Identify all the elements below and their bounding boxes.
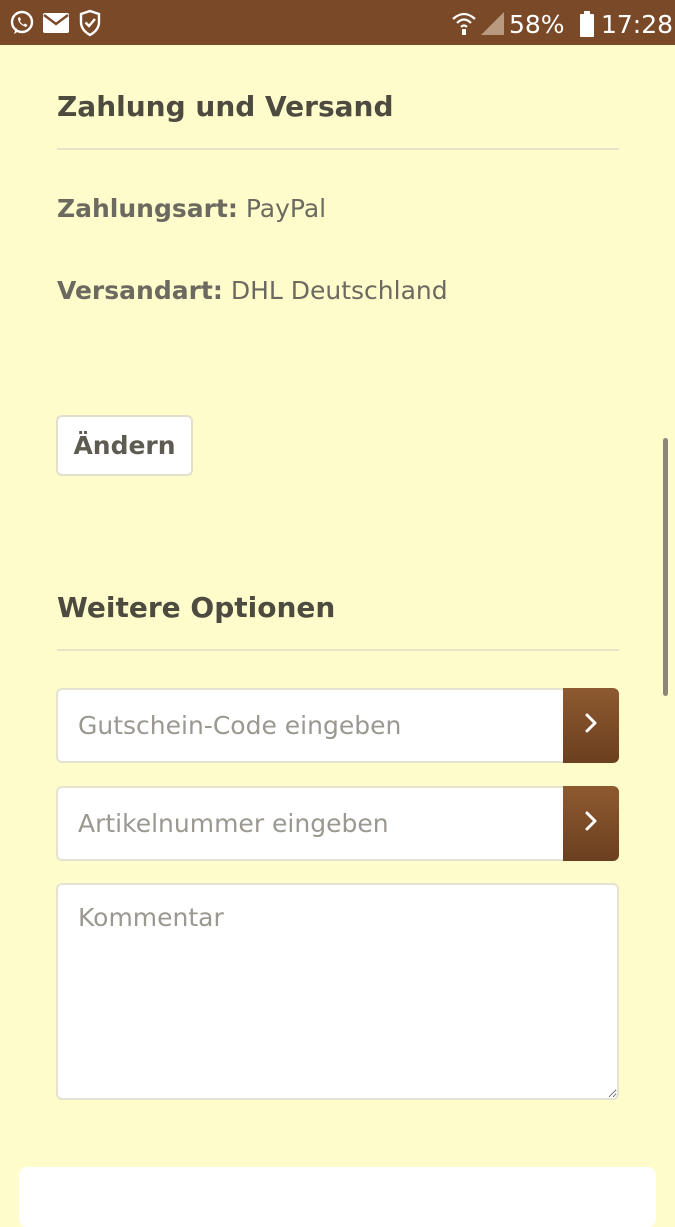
article-number-input[interactable]	[56, 786, 563, 861]
section-divider	[57, 148, 619, 150]
voucher-code-input[interactable]	[56, 688, 563, 763]
whatsapp-icon	[8, 9, 36, 42]
mail-icon	[42, 12, 70, 39]
battery-icon	[580, 11, 594, 42]
more-options-title: Weitere Optionen	[57, 591, 336, 624]
comment-textarea[interactable]	[56, 883, 619, 1100]
wifi-icon	[451, 10, 477, 41]
summary-card	[19, 1167, 656, 1227]
payment-method: Zahlungsart: PayPal	[57, 194, 326, 223]
status-bar: 58% 17:28	[0, 0, 675, 45]
shipping-method-label: Versandart:	[57, 276, 223, 305]
battery-percent: 58%	[509, 10, 565, 39]
change-button[interactable]: Ändern	[56, 415, 193, 476]
shield-check-icon	[78, 9, 102, 42]
chevron-right-icon	[583, 810, 599, 837]
chevron-right-icon	[583, 712, 599, 739]
article-submit-button[interactable]	[563, 786, 619, 861]
voucher-submit-button[interactable]	[563, 688, 619, 763]
payment-shipping-title: Zahlung und Versand	[57, 90, 394, 123]
page-scrollbar[interactable]	[663, 438, 668, 696]
shipping-method-value: DHL Deutschland	[230, 276, 448, 305]
section-divider	[57, 649, 619, 651]
payment-method-value: PayPal	[245, 194, 327, 223]
voucher-input-group	[56, 688, 619, 763]
payment-method-label: Zahlungsart:	[57, 194, 238, 223]
article-input-group	[56, 786, 619, 861]
checkout-page: Zahlung und Versand Zahlungsart: PayPal …	[0, 45, 675, 1227]
signal-icon	[479, 10, 505, 41]
shipping-method: Versandart: DHL Deutschland	[57, 276, 448, 305]
clock: 17:28	[601, 10, 674, 39]
